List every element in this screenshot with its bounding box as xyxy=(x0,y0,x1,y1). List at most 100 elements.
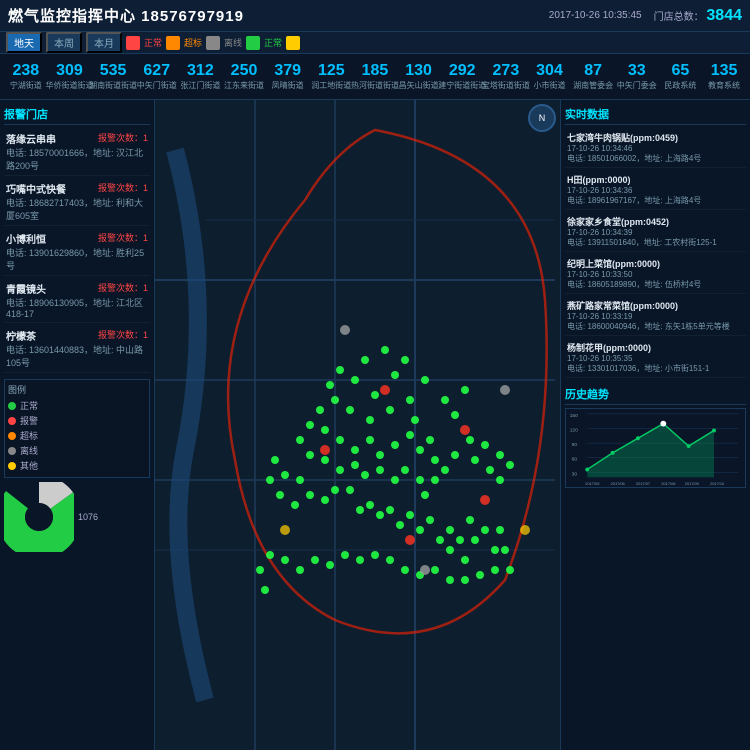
stat-label: 华侨街道街道 xyxy=(45,80,93,91)
rt-name: 徐家家乡食堂(ppm:0452) xyxy=(567,215,669,228)
nav-btn-today[interactable]: 地天 xyxy=(6,32,42,53)
store-phone: 电话: 18906130905，地址: 江北区418-17 xyxy=(6,296,148,319)
stat-item: 379凤晴街道 xyxy=(266,62,310,91)
nav-bar: 地天 本周 本月 正常 超标 离线 正常 xyxy=(0,32,750,54)
stat-label: 江东来街道 xyxy=(224,80,264,91)
store-phone: 电话: 13901629860，地址: 胜利25号 xyxy=(6,246,148,272)
stat-value: 65 xyxy=(672,62,690,80)
rt-time: 17-10-26 10:34:39 xyxy=(567,228,744,237)
store-name: 小博利恒 xyxy=(6,231,46,246)
stat-value: 309 xyxy=(56,62,83,80)
legend-dot xyxy=(8,432,16,440)
svg-text:60: 60 xyxy=(572,457,578,463)
history-chart: 150 120 90 60 30 2017/05 2017/06 2017/07… xyxy=(565,408,746,488)
store-item: 柠檬茶 报警次数：1 电话: 13601440883，地址: 中山路105号 xyxy=(4,325,150,373)
svg-text:2017/08: 2017/08 xyxy=(661,481,675,486)
nav-btn-month[interactable]: 本月 xyxy=(86,32,122,53)
stat-item: 535湖南街道街道 xyxy=(91,62,135,91)
stat-value: 185 xyxy=(362,62,389,80)
rt-name: H田(ppm:0000) xyxy=(567,173,631,186)
legend-box-label: 图例 xyxy=(8,383,146,396)
legend-item: 正常 xyxy=(8,399,146,412)
store-name: 青霞镜头 xyxy=(6,281,46,296)
legend-item: 离线 xyxy=(8,444,146,457)
rt-name: 杨制花甲(ppm:0000) xyxy=(567,341,651,354)
rt-phone: 电话: 18605189890，地址: 伍桥村4号 xyxy=(567,279,744,290)
stat-value: 304 xyxy=(536,62,563,80)
legend-label-text: 离线 xyxy=(20,444,38,457)
store-phone: 电话: 18570001666，地址: 汉江北路200号 xyxy=(6,146,148,172)
rt-time: 17-10-26 10:33:19 xyxy=(567,312,744,321)
svg-text:90: 90 xyxy=(572,442,578,448)
legend-item: 报警 xyxy=(8,414,146,427)
rt-phone: 电话: 18961967167，地址: 上海路4号 xyxy=(567,195,744,206)
legend-dot-normal xyxy=(246,36,260,50)
realtime-item: 燕矿路家常菜馆(ppm:0000) 17-10-26 10:33:19 电话: … xyxy=(565,296,746,336)
stat-label: 润工地街道 xyxy=(311,80,351,91)
stat-item: 309华侨街道街道 xyxy=(48,62,92,91)
rt-name: 燕矿路家常菜馆(ppm:0000) xyxy=(567,299,678,312)
pie-chart-area: 1076 xyxy=(4,482,150,552)
stat-value: 87 xyxy=(584,62,602,80)
stat-item: 65民政系统 xyxy=(659,62,703,91)
svg-text:2017/06: 2017/06 xyxy=(611,481,625,486)
stat-value: 250 xyxy=(231,62,258,80)
legend-label-text: 其他 xyxy=(20,459,38,472)
legend-items: 正常报警超标离线其他 xyxy=(8,399,146,472)
pie-chart xyxy=(4,482,74,552)
legend-dot xyxy=(8,447,16,455)
store-alarm: 报警次数：1 xyxy=(98,131,148,146)
legend-label-normal: 正常 xyxy=(264,36,282,49)
stat-label: 宝塔街道街道 xyxy=(482,80,530,91)
stat-value: 312 xyxy=(187,62,214,80)
rt-phone: 电话: 13301017036，地址: 小市街151-1 xyxy=(567,363,744,374)
stat-label: 民政系统 xyxy=(664,80,696,91)
history-section: 历史趋势 150 120 90 60 30 201 xyxy=(565,384,746,488)
stat-label: 小市街道 xyxy=(534,80,566,91)
stat-item: 33中矢门委会 xyxy=(615,62,659,91)
rt-time: 17-10-26 10:34:46 xyxy=(567,144,744,153)
legend-dot-over xyxy=(166,36,180,50)
left-panel: 报警门店 落缘云串串 报警次数：1 电话: 18570001666，地址: 汉江… xyxy=(0,100,155,750)
svg-text:2017/10: 2017/10 xyxy=(710,481,725,486)
legend-label-offline: 离线 xyxy=(224,36,242,49)
map-area[interactable]: N xyxy=(155,100,560,750)
legend-dot-offline xyxy=(206,36,220,50)
nav-btn-week[interactable]: 本周 xyxy=(46,32,82,53)
header: 燃气监控指挥中心 18576797919 2017-10-26 10:35:45… xyxy=(0,0,750,32)
legend-dot-alarm xyxy=(126,36,140,50)
stat-item: 135教育系统 xyxy=(702,62,746,91)
legend-label-over: 超标 xyxy=(184,36,202,49)
realtime-list: 七家湾牛肉锅贴(ppm:0459) 17-10-26 10:34:46 电话: … xyxy=(565,128,746,380)
svg-text:150: 150 xyxy=(570,413,578,419)
legend-label-text: 报警 xyxy=(20,414,38,427)
alarm-stores-title: 报警门店 xyxy=(4,104,150,125)
store-name: 落缘云串串 xyxy=(6,131,56,146)
stat-value: 292 xyxy=(449,62,476,80)
rt-phone: 电话: 13911501640，地址: 工农村街125-1 xyxy=(567,237,744,248)
stat-item: 87湖南管委会 xyxy=(571,62,615,91)
store-name: 柠檬茶 xyxy=(6,328,36,343)
store-alarm: 报警次数：1 xyxy=(98,281,148,296)
header-title: 燃气监控指挥中心 18576797919 xyxy=(8,5,244,26)
stat-value: 379 xyxy=(274,62,301,80)
stat-value: 535 xyxy=(100,62,127,80)
stat-label: 湖南管委会 xyxy=(573,80,613,91)
store-phone: 电话: 13601440883，地址: 中山路105号 xyxy=(6,343,148,369)
rt-phone: 电话: 18501066002，地址: 上海路4号 xyxy=(567,153,744,164)
stat-value: 130 xyxy=(405,62,432,80)
legend-label-text: 正常 xyxy=(20,399,38,412)
stat-item: 185热河街道街道 xyxy=(353,62,397,91)
store-item: 青霞镜头 报警次数：1 电话: 18906130905，地址: 江北区418-1… xyxy=(4,278,150,323)
store-phone: 电话: 18682717403，地址: 利和大厦605室 xyxy=(6,196,148,222)
pie-total-value: 1076 xyxy=(78,512,98,522)
compass: N xyxy=(528,104,556,132)
stat-item: 312张江门街道 xyxy=(179,62,223,91)
stats-bar: 238宁湖街道309华侨街道街道535湖南街道街道627中矢门街道312张江门街… xyxy=(0,54,750,100)
stat-item: 292建宁街道街道 xyxy=(440,62,484,91)
history-chart-svg: 150 120 90 60 30 2017/05 2017/06 2017/07… xyxy=(566,409,745,487)
legend-dot xyxy=(8,462,16,470)
realtime-item: 杨制花甲(ppm:0000) 17-10-26 10:35:35 电话: 133… xyxy=(565,338,746,378)
stat-item: 238宁湖街道 xyxy=(4,62,48,91)
stat-label: 凤晴街道 xyxy=(272,80,304,91)
